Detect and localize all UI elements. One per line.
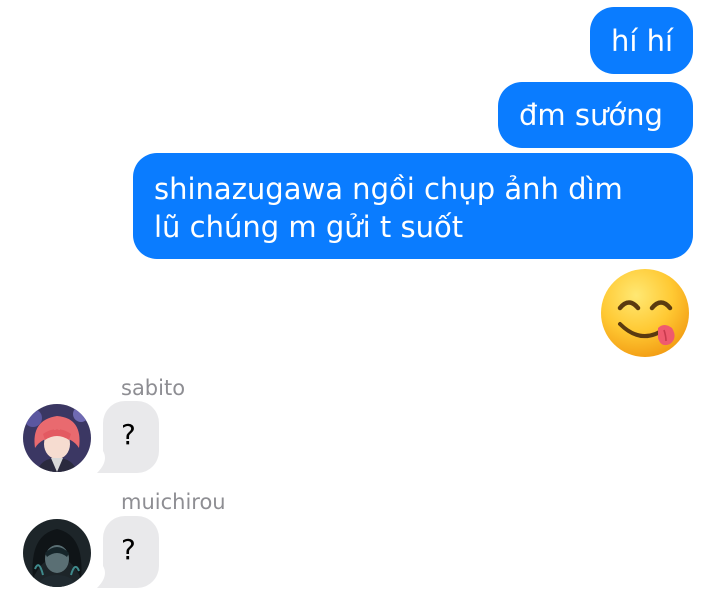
sender-name: muichirou	[121, 490, 226, 514]
message-text-line: shinazugawa ngồi chụp ảnh dìm	[154, 172, 623, 206]
face-savoring-food-emoji-icon[interactable]	[600, 268, 690, 358]
message-text: ?	[121, 533, 136, 566]
message-text: đm sướng	[519, 98, 663, 132]
muichirou-avatar[interactable]	[23, 519, 91, 587]
message-text: hí hí	[611, 24, 674, 58]
message-text-line: lũ chúng m gửi t suốt	[154, 210, 464, 244]
outgoing-message[interactable]: hí hí	[590, 7, 693, 74]
sender-name: sabito	[121, 376, 186, 400]
message-text: ?	[121, 418, 136, 451]
incoming-message[interactable]: ?	[95, 401, 165, 473]
sabito-avatar[interactable]	[23, 404, 91, 472]
incoming-message[interactable]: ?	[95, 516, 165, 588]
outgoing-message[interactable]: shinazugawa ngồi chụp ảnh dìm lũ chúng m…	[133, 153, 693, 259]
outgoing-message[interactable]: đm sướng	[498, 82, 693, 148]
